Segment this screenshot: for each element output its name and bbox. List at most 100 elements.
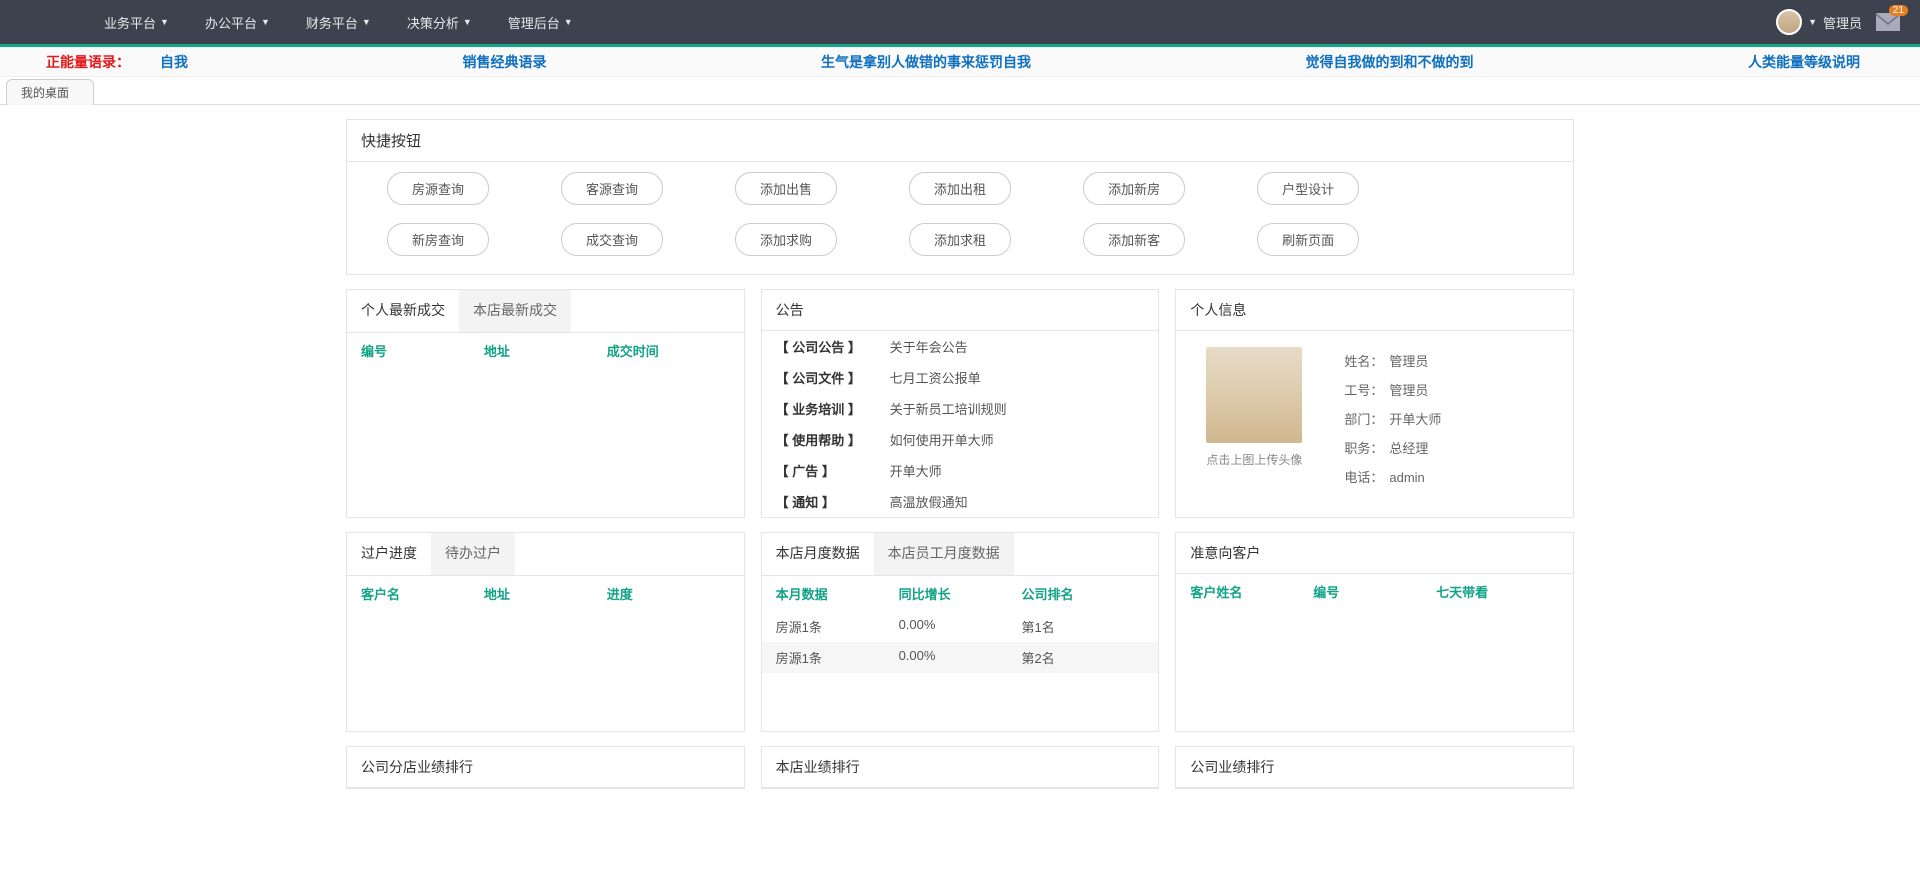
announce-item[interactable]: 【 广告 】开单大师 — [762, 455, 1159, 486]
col-address: 地址 — [484, 584, 607, 603]
announce-text: 如何使用开单大师 — [890, 430, 994, 449]
quick-add-sale[interactable]: 添加出售 — [735, 172, 837, 205]
tab-store-monthly[interactable]: 本店月度数据 — [762, 533, 874, 575]
table-cell: 第2名 — [1021, 648, 1144, 667]
field-value: 管理员 — [1389, 354, 1428, 369]
tab-desktop[interactable]: 我的桌面 — [6, 79, 94, 105]
company-rank-title: 公司业绩排行 — [1176, 747, 1573, 788]
prospects-header: 客户姓名 编号 七天带看 — [1176, 574, 1573, 609]
profile-fields: 姓名：管理员工号：管理员部门：开单大师职务：总经理电话： admin — [1344, 347, 1441, 486]
quick-add-newhouse[interactable]: 添加新房 — [1083, 172, 1185, 205]
field-key: 职务： — [1344, 441, 1383, 456]
nav-right: ▼ 管理员 21 — [1776, 9, 1900, 35]
chevron-down-icon: ▼ — [564, 17, 573, 27]
marquee-label: 正能量语录： — [0, 52, 160, 72]
nav-item-analysis[interactable]: 决策分析▼ — [393, 0, 486, 44]
monthly-header: 本月数据 同比增长 公司排名 — [762, 576, 1159, 611]
chevron-down-icon: ▼ — [362, 17, 371, 27]
table-cell: 0.00% — [899, 617, 1022, 636]
avatar — [1776, 9, 1802, 35]
announce-item[interactable]: 【 通知 】高温放假通知 — [762, 486, 1159, 517]
nav-label: 决策分析 — [407, 13, 459, 32]
announce-item[interactable]: 【 公司文件 】七月工资公报单 — [762, 362, 1159, 393]
marquee-item[interactable]: 觉得自我做的到和不做的到 — [1306, 52, 1474, 72]
col-id: 编号 — [1313, 582, 1436, 601]
message-badge: 21 — [1889, 5, 1908, 16]
marquee-item[interactable]: 自我 — [160, 52, 188, 72]
nav-item-business[interactable]: 业务平台 ▼ — [90, 0, 183, 44]
table-cell: 第1名 — [1021, 617, 1144, 636]
user-name: 管理员 — [1823, 13, 1862, 32]
field-key: 电话： — [1344, 470, 1383, 485]
branch-rank-card: 公司分店业绩排行 — [346, 746, 745, 789]
tab-transfer-todo[interactable]: 待办过户 — [431, 533, 515, 575]
announce-text: 关于年会公告 — [890, 337, 968, 356]
col-progress: 进度 — [607, 584, 730, 603]
chevron-down-icon: ▼ — [160, 17, 169, 27]
quick-newhouse-search[interactable]: 新房查询 — [387, 223, 489, 256]
col-client: 客户名 — [361, 584, 484, 603]
upload-photo-hint[interactable]: 点击上图上传头像 — [1206, 451, 1302, 468]
monthly-card: 本店月度数据 本店员工月度数据 本月数据 同比增长 公司排名 房源1条0.00%… — [761, 532, 1160, 732]
quick-floorplan[interactable]: 户型设计 — [1257, 172, 1359, 205]
transfer-card: 过户进度 待办过户 客户名 地址 进度 — [346, 532, 745, 732]
announce-list: 【 公司公告 】关于年会公告【 公司文件 】七月工资公报单【 业务培训 】关于新… — [762, 331, 1159, 517]
chevron-down-icon: ▼ — [1808, 17, 1817, 27]
announce-item[interactable]: 【 使用帮助 】如何使用开单大师 — [762, 424, 1159, 455]
col-7day: 七天带看 — [1436, 582, 1559, 601]
tab-personal-deals[interactable]: 个人最新成交 — [347, 290, 459, 332]
col-id: 编号 — [361, 341, 484, 360]
announce-text: 七月工资公报单 — [890, 368, 981, 387]
chevron-down-icon: ▼ — [261, 17, 270, 27]
table-cell: 房源1条 — [776, 648, 899, 667]
tab-transfer-progress[interactable]: 过户进度 — [347, 533, 431, 575]
nav-item-office[interactable]: 办公平台▼ — [191, 0, 284, 44]
announce-item[interactable]: 【 业务培训 】关于新员工培训规则 — [762, 393, 1159, 424]
announce-category: 【 公司文件 】 — [776, 368, 876, 387]
quick-buttons-panel: 快捷按钮 房源查询 客源查询 添加出售 添加出租 添加新房 户型设计 新房查询 … — [346, 119, 1574, 275]
profile-field: 职务：总经理 — [1344, 438, 1441, 457]
quick-deal-search[interactable]: 成交查询 — [561, 223, 663, 256]
table-cell: 0.00% — [899, 648, 1022, 667]
announce-card: 公告 【 公司公告 】关于年会公告【 公司文件 】七月工资公报单【 业务培训 】… — [761, 289, 1160, 518]
quick-add-rent[interactable]: 添加出租 — [909, 172, 1011, 205]
marquee-row: 正能量语录： 自我 销售经典语录 生气是拿别人做错的事来惩罚自我 觉得自我做的到… — [0, 47, 1920, 77]
announce-item[interactable]: 【 公司公告 】关于年会公告 — [762, 331, 1159, 362]
nav-label: 管理后台 — [508, 13, 560, 32]
quick-add-client[interactable]: 添加新客 — [1083, 223, 1185, 256]
field-value: 管理员 — [1389, 383, 1428, 398]
marquee-item[interactable]: 人类能量等级说明 — [1748, 52, 1860, 72]
announce-category: 【 业务培训 】 — [776, 399, 876, 418]
messages-button[interactable]: 21 — [1876, 13, 1900, 31]
field-value: 开单大师 — [1389, 412, 1441, 427]
user-menu[interactable]: ▼ 管理员 — [1776, 9, 1862, 35]
quick-property-search[interactable]: 房源查询 — [387, 172, 489, 205]
prospects-card: 准意向客户 客户姓名 编号 七天带看 — [1175, 532, 1574, 732]
tab-store-deals[interactable]: 本店最新成交 — [459, 290, 571, 332]
profile-field: 工号：管理员 — [1344, 380, 1441, 399]
transfer-header: 客户名 地址 进度 — [347, 576, 744, 611]
quick-grid: 房源查询 客源查询 添加出售 添加出租 添加新房 户型设计 新房查询 成交查询 … — [347, 162, 1573, 274]
quick-add-lease[interactable]: 添加求租 — [909, 223, 1011, 256]
profile-photo[interactable] — [1206, 347, 1302, 443]
nav-item-finance[interactable]: 财务平台 ▼ — [292, 0, 385, 44]
col-growth: 同比增长 — [899, 584, 1022, 603]
table-row[interactable]: 房源1条0.00%第2名 — [762, 642, 1159, 673]
quick-client-search[interactable]: 客源查询 — [561, 172, 663, 205]
announce-category: 【 公司公告 】 — [776, 337, 876, 356]
tab-staff-monthly[interactable]: 本店员工月度数据 — [874, 533, 1014, 575]
quick-refresh[interactable]: 刷新页面 — [1257, 223, 1359, 256]
nav-item-admin[interactable]: 管理后台 ▼ — [494, 0, 587, 44]
marquee-item[interactable]: 生气是拿别人做错的事来惩罚自我 — [821, 52, 1031, 72]
nav-label: 业务平台 — [104, 13, 156, 32]
col-time: 成交时间 — [607, 341, 730, 360]
deals-card: 个人最新成交 本店最新成交 编号 地址 成交时间 — [346, 289, 745, 518]
col-address: 地址 — [484, 341, 607, 360]
nav-label: 财务平台 — [306, 13, 358, 32]
quick-add-buy[interactable]: 添加求购 — [735, 223, 837, 256]
profile-field: 部门：开单大师 — [1344, 409, 1441, 428]
marquee-item[interactable]: 销售经典语录 — [463, 52, 547, 72]
field-value: admin — [1389, 470, 1424, 485]
profile-field: 姓名：管理员 — [1344, 351, 1441, 370]
table-row[interactable]: 房源1条0.00%第1名 — [762, 611, 1159, 642]
